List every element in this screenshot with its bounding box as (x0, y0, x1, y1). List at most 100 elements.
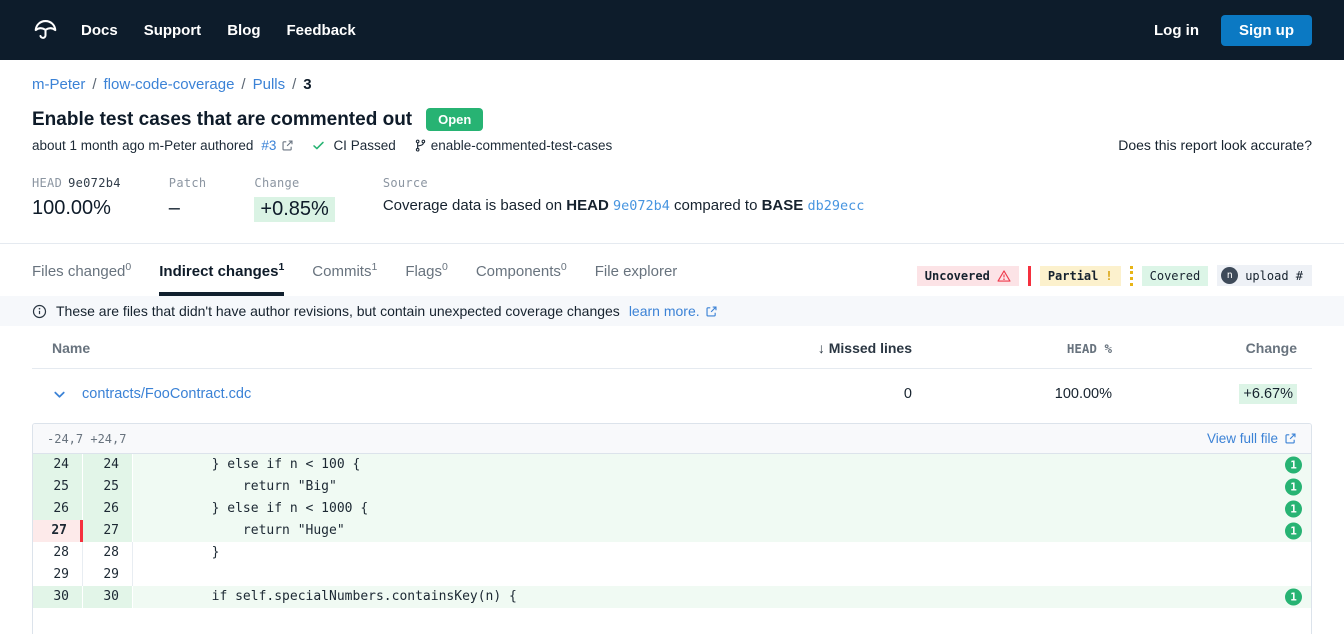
learn-more-link[interactable]: learn more. (629, 303, 718, 319)
breadcrumb-separator: / (292, 76, 296, 93)
upload-count-badge[interactable]: 1 (1285, 457, 1302, 474)
login-link[interactable]: Log in (1154, 22, 1199, 39)
source-base-word: BASE (762, 197, 804, 214)
nav-link-support[interactable]: Support (144, 22, 202, 39)
main-content: m-Peter / flow-code-coverage / Pulls / 3… (0, 76, 1344, 634)
head-line-number: 24 (83, 454, 133, 476)
code-line: return "Big" (133, 476, 1311, 498)
head-line-number: 26 (83, 498, 133, 520)
change-coverage-stat: Change +0.85% (254, 176, 334, 222)
change-coverage-value: +0.85% (254, 197, 334, 222)
patch-coverage-value: – (169, 197, 207, 220)
tab-file-explorer[interactable]: File explorer (595, 244, 678, 296)
nav-right: Log in Sign up (1154, 15, 1312, 46)
code-line: if self.specialNumbers.containsKey(n) { (133, 586, 1311, 608)
sort-desc-icon: ↓ (818, 340, 825, 356)
breadcrumb-repo-link[interactable]: flow-code-coverage (104, 76, 235, 93)
tabs-row: Files changed0 Indirect changes1 Commits… (32, 244, 1312, 296)
code-line (133, 564, 1311, 586)
legend-uncovered: Uncovered (917, 266, 1019, 286)
tabs: Files changed0 Indirect changes1 Commits… (32, 244, 677, 296)
column-header-head-percent[interactable]: HEAD % (912, 341, 1112, 356)
git-branch-icon (414, 139, 427, 152)
diff-line: 25 25 return "Big" 1 (33, 476, 1311, 498)
chevron-down-icon[interactable] (52, 387, 67, 402)
top-nav: Docs Support Blog Feedback Log in Sign u… (0, 0, 1344, 60)
pull-title: Enable test cases that are commented out (32, 109, 412, 131)
diff-line: 28 28 } (33, 542, 1311, 564)
source-head-sha-link[interactable]: 9e072b4 (613, 198, 670, 214)
breadcrumb-owner-link[interactable]: m-Peter (32, 76, 85, 93)
change-label: Change (254, 176, 334, 190)
missed-lines-value: 0 (677, 386, 912, 402)
head-percent-value: 100.00% (912, 386, 1112, 402)
upload-count-badge[interactable]: 1 (1285, 589, 1302, 606)
head-sha: 9e072b4 (68, 176, 121, 190)
files-table-header: Name ↓ Missed lines HEAD % Change (32, 326, 1312, 369)
tab-indirect-changes[interactable]: Indirect changes1 (159, 244, 284, 296)
base-line-number: 28 (33, 542, 83, 564)
tab-components[interactable]: Components0 (476, 244, 567, 296)
base-line-number: 26 (33, 498, 83, 520)
diff-line: 26 26 } else if n < 1000 { 1 (33, 498, 1311, 520)
tab-files-changed[interactable]: Files changed0 (32, 244, 131, 296)
tab-commits[interactable]: Commits1 (312, 244, 377, 296)
diff-header: -24,7 +24,7 View full file (33, 424, 1311, 454)
column-header-missed-lines[interactable]: ↓ Missed lines (677, 340, 912, 356)
nav-link-docs[interactable]: Docs (81, 22, 118, 39)
base-line-number: 25 (33, 476, 83, 498)
nav-link-feedback[interactable]: Feedback (287, 22, 356, 39)
base-line-number: 29 (33, 564, 83, 586)
base-line-number-uncovered: 27 (33, 520, 83, 542)
head-label: HEAD (32, 176, 62, 190)
pull-number-link[interactable]: #3 (261, 138, 294, 153)
file-name-link[interactable]: contracts/FooContract.cdc (82, 386, 251, 402)
tab-flags[interactable]: Flags0 (405, 244, 448, 296)
code-line: } (133, 542, 1311, 564)
change-value: +6.67% (1239, 384, 1297, 404)
breadcrumb-current-pull: 3 (303, 76, 311, 93)
diff-line: 24 24 } else if n < 100 { 1 (33, 454, 1311, 476)
external-link-icon (1284, 432, 1297, 445)
coverage-summary: HEAD9e072b4 100.00% Patch – Change +0.85… (32, 176, 1312, 222)
file-row: contracts/FooContract.cdc 0 100.00% +6.6… (32, 369, 1312, 418)
source-head-word: HEAD (566, 197, 609, 214)
external-link-icon (705, 305, 718, 318)
head-line-number: 29 (83, 564, 133, 586)
upload-count-badge[interactable]: 1 (1285, 523, 1302, 540)
base-line-number: 30 (33, 586, 83, 608)
branch-name: enable-commented-test-cases (431, 138, 613, 153)
head-line-number: 28 (83, 542, 133, 564)
code-line: } else if n < 100 { (133, 454, 1311, 476)
diff-line: 29 29 (33, 564, 1311, 586)
head-coverage-value: 100.00% (32, 197, 121, 220)
head-line-number: 30 (83, 586, 133, 608)
indirect-changes-banner: These are files that didn't have author … (0, 296, 1344, 326)
diff-line: 27 27 return "Huge" 1 (33, 520, 1311, 542)
legend-partial: Partial ! (1040, 266, 1121, 286)
pull-title-row: Enable test cases that are commented out… (32, 108, 1312, 131)
upload-count-icon: n (1221, 267, 1238, 284)
breadcrumb-pulls-link[interactable]: Pulls (253, 76, 286, 93)
warning-triangle-icon (997, 269, 1011, 283)
head-line-number: 25 (83, 476, 133, 498)
head-coverage-stat: HEAD 9e072b4 100.00% (32, 176, 121, 220)
column-header-name[interactable]: Name (52, 340, 677, 356)
partial-bar-sample (1130, 266, 1133, 286)
column-header-change[interactable]: Change (1112, 340, 1297, 356)
upload-count-badge[interactable]: 1 (1285, 501, 1302, 518)
ci-status-text: CI Passed (333, 138, 395, 153)
nav-link-blog[interactable]: Blog (227, 22, 260, 39)
source-base-sha-link[interactable]: db29ecc (807, 198, 864, 214)
hunk-range: -24,7 +24,7 (47, 432, 126, 446)
diff-line: 30 30 if self.specialNumbers.containsKey… (33, 586, 1311, 608)
partial-mark-icon: ! (1105, 269, 1112, 283)
uncovered-bar-sample (1028, 266, 1031, 286)
view-full-file-link[interactable]: View full file (1207, 431, 1297, 446)
patch-label: Patch (169, 176, 207, 190)
upload-count-badge[interactable]: 1 (1285, 479, 1302, 496)
codecov-umbrella-logo-icon[interactable] (32, 17, 59, 44)
banner-text: These are files that didn't have author … (56, 303, 620, 319)
signup-button[interactable]: Sign up (1221, 15, 1312, 46)
diff-viewer: -24,7 +24,7 View full file 24 24 } else … (32, 423, 1312, 634)
